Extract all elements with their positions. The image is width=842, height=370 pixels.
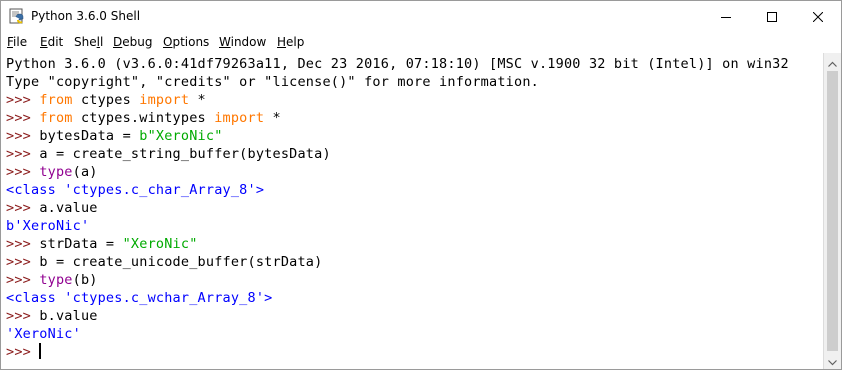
shell-prompt: >>> <box>6 200 40 216</box>
chevron-up-icon <box>828 52 837 71</box>
menu-options[interactable]: Options <box>163 34 209 50</box>
shell-line: <class 'ctypes.c_wchar_Array_8'> <box>6 289 273 307</box>
menu-file[interactable]: File <box>7 34 27 50</box>
shell-token: a.value <box>39 200 98 216</box>
maximize-button[interactable] <box>749 1 795 31</box>
shell-token: Python 3.6.0 (v3.6.0:41df79263a11, Dec 2… <box>6 56 789 72</box>
close-icon <box>812 7 824 26</box>
menu-label-pre: She <box>74 35 97 49</box>
shell-token: type <box>39 164 73 180</box>
vertical-scrollbar[interactable] <box>823 53 841 369</box>
shell-token: <class 'ctypes.c_wchar_Array_8'> <box>6 290 273 306</box>
shell-line: >>> from ctypes import * <box>6 91 206 109</box>
shell-line: >>> <box>6 343 39 361</box>
chevron-down-icon <box>828 351 837 369</box>
shell-line: >>> strData = "XeroNic" <box>6 235 198 253</box>
menu-label-post: dit <box>47 35 64 49</box>
menu-label-post: ptions <box>172 35 210 49</box>
scroll-down-button[interactable] <box>824 352 841 369</box>
shell-prompt: >>> <box>6 128 40 144</box>
close-button[interactable] <box>795 1 841 31</box>
shell-line: b'XeroNic' <box>6 217 89 235</box>
shell-prompt: >>> <box>6 236 40 252</box>
minimize-icon <box>721 7 731 26</box>
shell-token: b'XeroNic' <box>6 218 90 234</box>
menu-help[interactable]: Help <box>277 34 304 50</box>
shell-token: b.value <box>39 308 98 324</box>
shell-token: import <box>139 92 190 108</box>
shell-prompt: >>> <box>6 110 40 126</box>
shell-line: >>> type(a) <box>6 163 98 181</box>
shell-token: ctypes.wintypes <box>72 110 215 126</box>
shell-token: from <box>39 92 73 108</box>
shell-token: "XeroNic" <box>122 236 198 252</box>
shell-line: >>> a = create_string_buffer(bytesData) <box>6 145 331 163</box>
shell-line: >>> bytesData = b"XeroNic" <box>6 127 223 145</box>
menu-label-mnemonic: H <box>277 35 287 49</box>
menu-window[interactable]: Window <box>219 34 266 50</box>
menu-label-mnemonic: D <box>113 35 123 49</box>
shell-line: Type "copyright", "credits" or "license(… <box>6 73 539 91</box>
shell-token: bytesData = <box>39 128 140 144</box>
window-title: Python 3.6.0 Shell <box>31 9 141 23</box>
menu-bar: File Edit Shell Debug Options Window Hel… <box>1 32 841 52</box>
shell-line: >>> from ctypes.wintypes import * <box>6 109 281 127</box>
shell-token: ctypes <box>72 92 140 108</box>
shell-line: >>> type(b) <box>6 271 98 289</box>
shell-token: b"XeroNic" <box>139 128 223 144</box>
maximize-icon <box>767 7 777 26</box>
menu-label-post: l <box>99 35 104 49</box>
title-bar[interactable]: Python 3.6.0 Shell <box>1 1 841 32</box>
shell-token: (b) <box>72 272 98 288</box>
shell-line: >>> a.value <box>6 199 98 217</box>
menu-label-post: ebug <box>122 35 153 49</box>
shell-token: type <box>39 272 73 288</box>
menu-edit[interactable]: Edit <box>40 34 63 50</box>
shell-prompt: >>> <box>6 308 40 324</box>
shell-token: 'XeroNic' <box>6 326 81 342</box>
shell-token: Type "copyright", "credits" or "license(… <box>6 74 539 90</box>
menu-label-post: indow <box>230 35 267 49</box>
python-idle-icon <box>9 8 25 24</box>
menu-label-mnemonic: W <box>219 35 231 49</box>
shell-prompt: >>> <box>6 254 40 270</box>
shell-token: <class 'ctypes.c_char_Array_8'> <box>6 182 265 198</box>
minimize-button[interactable] <box>703 1 749 31</box>
menu-label-mnemonic: E <box>40 35 48 49</box>
shell-token: a = create_string_buffer(bytesData) <box>39 146 331 162</box>
shell-token: import <box>214 110 265 126</box>
menu-debug[interactable]: Debug <box>113 34 152 50</box>
shell-line: Python 3.6.0 (v3.6.0:41df79263a11, Dec 2… <box>6 55 789 73</box>
shell-text-area[interactable]: Python 3.6.0 (v3.6.0:41df79263a11, Dec 2… <box>2 53 823 369</box>
menu-shell[interactable]: Shell <box>74 34 103 50</box>
shell-line: <class 'ctypes.c_char_Array_8'> <box>6 181 264 199</box>
shell-token: (a) <box>72 164 98 180</box>
shell-prompt: >>> <box>6 272 40 288</box>
shell-token: * <box>189 92 206 108</box>
shell-token: from <box>39 110 73 126</box>
shell-token: strData = <box>39 236 123 252</box>
shell-prompt: >>> <box>6 344 40 360</box>
scroll-up-button[interactable] <box>824 53 841 70</box>
shell-line: >>> b.value <box>6 307 98 325</box>
shell-prompt: >>> <box>6 146 40 162</box>
idle-shell-window: Python 3.6.0 Shell File Edit Shell Debug… <box>0 0 842 370</box>
shell-line: >>> b = create_unicode_buffer(strData) <box>6 253 322 271</box>
scroll-thumb[interactable] <box>827 71 838 351</box>
shell-prompt: >>> <box>6 164 40 180</box>
shell-line: 'XeroNic' <box>6 325 81 343</box>
shell-token: * <box>264 110 281 126</box>
shell-prompt: >>> <box>6 92 40 108</box>
menu-label-post: ile <box>13 35 28 49</box>
menu-label-post: elp <box>286 35 305 49</box>
shell-token: b = create_unicode_buffer(strData) <box>39 254 323 270</box>
